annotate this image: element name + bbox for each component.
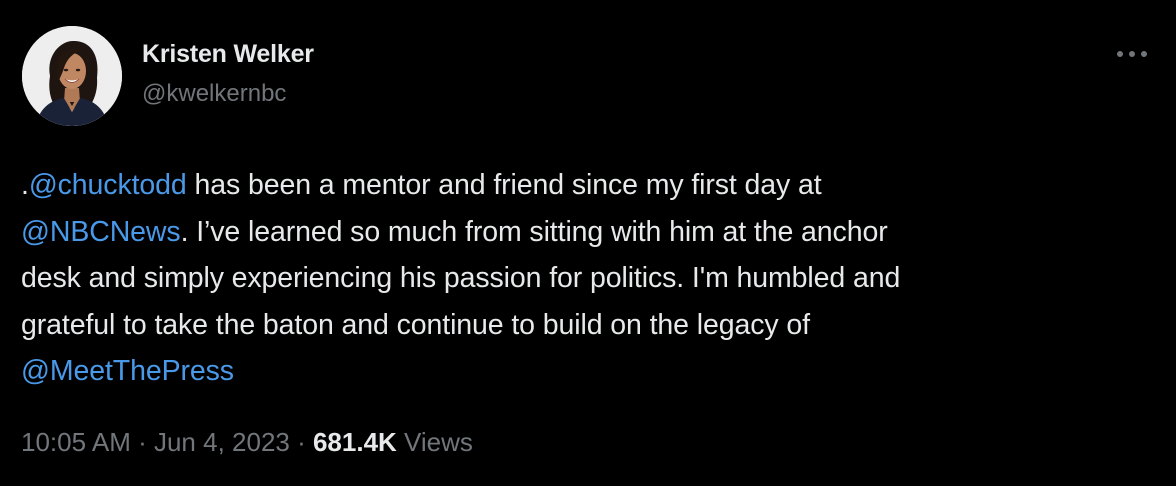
profile-photo	[22, 26, 122, 126]
author-name[interactable]: Kristen Welker	[142, 40, 314, 69]
tweet-line: .@chucktodd has been a mentor and friend…	[21, 162, 1141, 209]
avatar[interactable]	[22, 26, 122, 126]
tweet-meta: 10:05 AM · Jun 4, 2023 · 681.4K Views	[21, 427, 473, 458]
tweet-line: grateful to take the baton and continue …	[21, 308, 810, 341]
mention-link-meetthepress[interactable]: @MeetThePress	[21, 355, 234, 387]
views-count: 681.4K	[312, 427, 397, 457]
tweet-text-segment: . I’ve learned so much from sitting with…	[180, 215, 888, 248]
tweet-date: Jun 4, 2023	[153, 427, 290, 457]
tweet-time: 10:05 AM	[21, 427, 131, 457]
tweet-line: @NBCNews. I’ve learned so much from sitt…	[21, 209, 1141, 256]
tweet-card: Kristen Welker @kwelkernbc .@chucktodd h…	[0, 0, 1176, 486]
tweet-text-segment: has been a mentor and friend since my fi…	[186, 169, 822, 201]
more-options-button[interactable]	[1112, 40, 1152, 68]
mention-link-chucktodd[interactable]: @chucktodd	[29, 169, 187, 201]
tweet-line: desk and simply experiencing his passion…	[21, 262, 901, 294]
tweet-time-link[interactable]: 10:05 AM · Jun 4, 2023	[21, 427, 290, 457]
mention-link-nbcnews[interactable]: @NBCNews	[21, 216, 181, 248]
tweet-text: .@chucktodd has been a mentor and friend…	[21, 162, 1141, 395]
tweet-line: @MeetThePress	[21, 348, 1141, 395]
meta-separator: ·	[289, 427, 313, 457]
views-label: Views	[396, 427, 473, 457]
meta-separator: ·	[130, 427, 154, 457]
more-horizontal-icon	[1117, 51, 1147, 57]
views-link[interactable]: 681.4K Views	[313, 427, 473, 457]
author-handle[interactable]: @kwelkernbc	[142, 80, 286, 108]
tweet-text-segment: .	[21, 169, 29, 201]
